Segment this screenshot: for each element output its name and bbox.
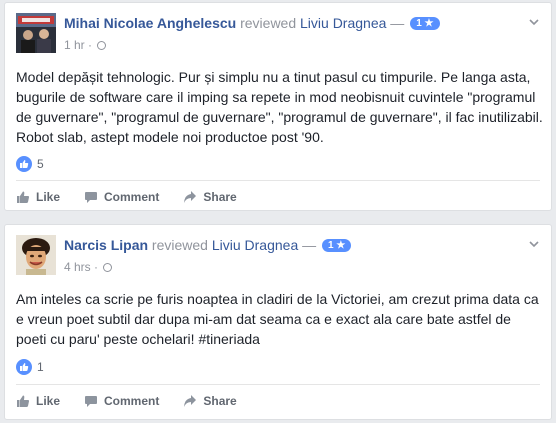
- thumbs-up-icon: [17, 395, 30, 407]
- comment-label: Comment: [104, 190, 160, 204]
- timestamp[interactable]: 1 hr ·: [64, 38, 92, 52]
- like-label: Like: [36, 190, 61, 204]
- avatar[interactable]: [16, 235, 56, 275]
- author-name[interactable]: Mihai Nicolae Anghelescu: [64, 15, 236, 31]
- post-meta: 1 hr ·: [64, 38, 107, 52]
- like-count: 5: [37, 157, 44, 171]
- post-header: Narcis Lipan reviewed Liviu Dragnea — 1 …: [16, 235, 541, 277]
- share-arrow-icon: [184, 395, 197, 407]
- share-label: Share: [203, 190, 237, 204]
- share-arrow-icon: [184, 191, 197, 203]
- separator-dash: —: [302, 237, 317, 253]
- share-button[interactable]: Share: [183, 394, 237, 408]
- like-summary[interactable]: 5: [16, 156, 44, 172]
- post-header: Mihai Nicolae Anghelescu reviewed Liviu …: [16, 13, 541, 55]
- comment-label: Comment: [104, 394, 160, 408]
- action-bar: Like Comment Share: [16, 386, 540, 416]
- like-button[interactable]: Like: [16, 190, 60, 204]
- post-title-line: Mihai Nicolae Anghelescu reviewed Liviu …: [64, 15, 440, 31]
- review-post: Mihai Nicolae Anghelescu reviewed Liviu …: [4, 2, 552, 211]
- thumbs-up-icon: [16, 156, 32, 172]
- divider: [16, 180, 540, 181]
- chevron-down-icon[interactable]: [527, 15, 541, 29]
- like-button[interactable]: Like: [16, 394, 60, 408]
- review-target[interactable]: Liviu Dragnea: [300, 15, 386, 31]
- thumbs-up-icon: [17, 191, 30, 203]
- action-text: reviewed: [151, 237, 208, 253]
- separator-dash: —: [390, 15, 405, 31]
- action-text: reviewed: [240, 15, 297, 31]
- chevron-down-icon[interactable]: [527, 237, 541, 251]
- like-summary[interactable]: 1: [16, 359, 44, 375]
- rating-badge: 1 ★: [410, 17, 440, 30]
- comment-button[interactable]: Comment: [84, 190, 159, 204]
- comment-icon: [85, 192, 98, 203]
- post-title-line: Narcis Lipan reviewed Liviu Dragnea — 1 …: [64, 237, 352, 253]
- avatar[interactable]: [16, 13, 56, 53]
- thumbs-up-icon: [16, 359, 32, 375]
- comment-icon: [85, 396, 98, 407]
- action-bar: Like Comment Share: [16, 182, 540, 212]
- divider: [16, 384, 540, 385]
- review-target[interactable]: Liviu Dragnea: [212, 237, 298, 253]
- share-button[interactable]: Share: [183, 190, 237, 204]
- like-label: Like: [36, 394, 61, 408]
- review-text: Model depășit tehnologic. Pur și simplu …: [16, 69, 543, 145]
- author-name[interactable]: Narcis Lipan: [64, 237, 148, 253]
- share-label: Share: [203, 394, 237, 408]
- review-post: Narcis Lipan reviewed Liviu Dragnea — 1 …: [4, 224, 552, 420]
- review-text: Am inteles ca scrie pe furis noaptea in …: [16, 291, 539, 347]
- globe-icon: [97, 41, 107, 50]
- like-count: 1: [37, 360, 44, 374]
- post-meta: 4 hrs ·: [64, 260, 113, 274]
- globe-icon: [103, 263, 113, 272]
- rating-badge: 1 ★: [322, 239, 352, 252]
- comment-button[interactable]: Comment: [84, 394, 159, 408]
- timestamp[interactable]: 4 hrs ·: [64, 260, 98, 274]
